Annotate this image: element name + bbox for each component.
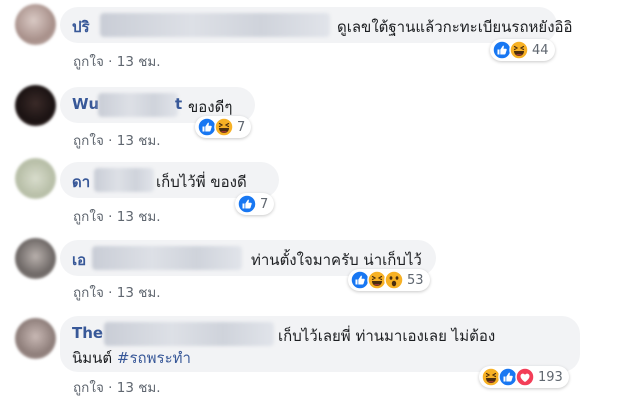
separator: ·: [108, 54, 113, 70]
separator: ·: [108, 209, 113, 225]
reaction-summary[interactable]: 44: [490, 39, 555, 61]
timestamp[interactable]: 13 ชม.: [117, 380, 161, 396]
reaction-count: 7: [237, 119, 246, 135]
like-link[interactable]: ถูกใจ: [73, 133, 104, 149]
timestamp[interactable]: 13 ชม.: [117, 209, 161, 225]
reaction-summary[interactable]: 7: [195, 116, 252, 138]
redacted-name: [98, 93, 178, 117]
like-reaction-icon: [237, 194, 257, 214]
hashtag-link[interactable]: #รถพระทำ: [117, 349, 191, 367]
comment-text: ดูเลขใต้ฐานแล้วกะทะเบียนรถหยังอิอิ: [337, 18, 573, 36]
avatar[interactable]: [15, 238, 56, 279]
comment-author[interactable]: ปริ: [72, 15, 90, 39]
comment-meta: ถูกใจ · 13 ชม.: [73, 205, 161, 227]
like-link[interactable]: ถูกใจ: [73, 380, 104, 396]
comment-text: เก็บไว้พี่ ของดี: [156, 173, 247, 191]
reaction-summary[interactable]: 7: [235, 193, 275, 215]
comment-author[interactable]: เอ: [72, 248, 86, 272]
haha-reaction-icon: [214, 117, 234, 137]
comment-bubble: ปริ ดูเลขใต้ฐานแล้วกะทะเบียนรถหยังอิอิ: [60, 7, 573, 43]
comment-meta: ถูกใจ · 13 ชม.: [73, 129, 161, 151]
avatar[interactable]: [15, 318, 56, 359]
reaction-summary[interactable]: 193: [479, 366, 569, 388]
avatar[interactable]: [15, 4, 56, 45]
avatar[interactable]: [15, 85, 56, 126]
timestamp[interactable]: 13 ชม.: [117, 54, 161, 70]
haha-reaction-icon: [509, 40, 529, 60]
separator: ·: [108, 285, 113, 301]
like-link[interactable]: ถูกใจ: [73, 285, 104, 301]
redacted-name: [104, 322, 274, 346]
separator: ·: [108, 380, 113, 396]
like-link[interactable]: ถูกใจ: [73, 209, 104, 225]
timestamp[interactable]: 13 ชม.: [117, 133, 161, 149]
reaction-count: 7: [260, 196, 269, 212]
comment-text: นิมนต์: [72, 349, 113, 367]
comment-text: เก็บไว้เลยพี่ ท่านมาเองเลย ไม่ต้อง: [278, 327, 496, 345]
comment-author[interactable]: The: [72, 324, 103, 342]
wow-reaction-icon: [384, 270, 404, 290]
comment-author[interactable]: ดา: [72, 170, 90, 194]
comment-meta: ถูกใจ · 13 ชม.: [73, 376, 161, 398]
reaction-summary[interactable]: 53: [348, 269, 430, 291]
comment-meta: ถูกใจ · 13 ชม.: [73, 50, 161, 72]
comment-meta: ถูกใจ · 13 ชม.: [73, 281, 161, 303]
reaction-count: 53: [407, 272, 424, 288]
redacted-name: [92, 246, 242, 270]
comment-text-line2: นิมนต์ #รถพระทำ: [72, 346, 191, 370]
love-reaction-icon: [515, 367, 535, 387]
reaction-count: 44: [532, 42, 549, 58]
separator: ·: [108, 133, 113, 149]
like-link[interactable]: ถูกใจ: [73, 54, 104, 70]
comment-author[interactable]: Wu: [72, 95, 99, 113]
timestamp[interactable]: 13 ชม.: [117, 285, 161, 301]
comment-bubble: The เก็บไว้เลยพี่ ท่านมาเองเลย ไม่ต้อง น…: [60, 316, 580, 372]
redacted-name: [94, 168, 154, 192]
redacted-name: [100, 13, 330, 37]
reaction-count: 193: [538, 369, 563, 385]
avatar[interactable]: [15, 158, 56, 199]
comment-author-suffix[interactable]: t: [175, 95, 182, 113]
